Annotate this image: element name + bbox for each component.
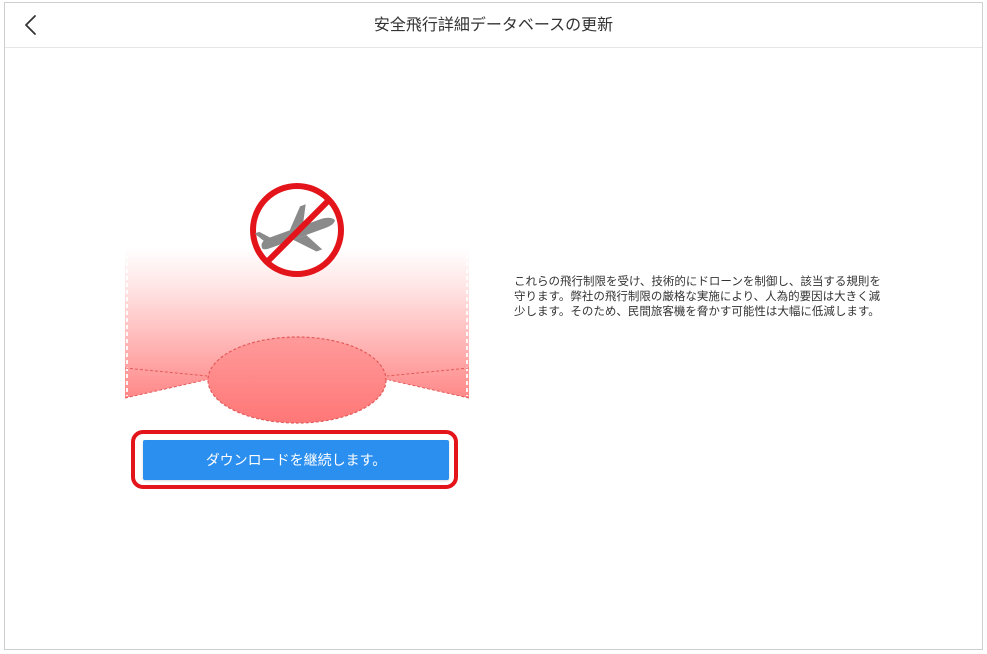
description-text: これらの飛行制限を受け、技術的にドローンを制御し、該当する規則を守ります。弊社の… [514,274,881,318]
no-fly-zone-illustration [119,176,471,426]
page-title: 安全飛行詳細データベースの更新 [373,15,614,34]
no-airplane-icon [250,183,344,277]
continue-download-button[interactable]: ダウンロードを継続します。 [143,440,449,480]
header-bar: 安全飛行詳細データベースの更新 [5,3,982,48]
airport-zone-oval [207,336,387,424]
